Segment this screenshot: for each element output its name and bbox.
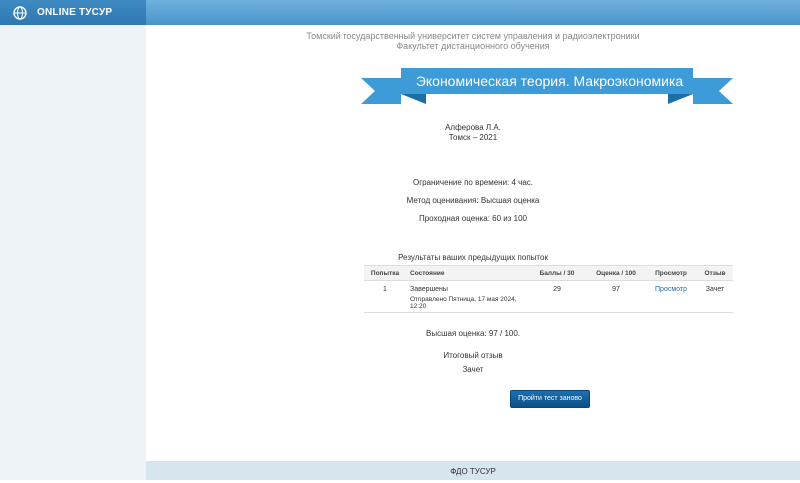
cell-attempt: 1 xyxy=(364,280,406,313)
course-title: Экономическая теория. Макроэкономика xyxy=(415,73,684,89)
col-review: Просмотр xyxy=(645,265,697,281)
cell-points: 29 xyxy=(527,280,587,313)
city-year: Томск – 2021 xyxy=(448,133,498,142)
col-state: Состояние xyxy=(406,265,527,281)
highest-grade: Высшая оценка: 97 / 100. xyxy=(425,329,521,338)
col-attempt: Попытка xyxy=(364,265,406,281)
cell-review: Просмотр xyxy=(645,280,697,313)
course-banner: Экономическая теория. Макроэкономика xyxy=(361,68,733,106)
cell-feedback: Зачет xyxy=(697,280,733,313)
attempts-caption: Результаты ваших предыдущих попыток xyxy=(398,253,548,262)
submitted-time: Отправлено Пятница, 17 мая 2024, 12:20 xyxy=(410,296,517,310)
overall-feedback-label: Итоговый отзыв xyxy=(443,351,503,360)
overall-feedback-value: Зачет xyxy=(462,365,484,374)
main-content: Томский государственный университет сист… xyxy=(146,25,800,461)
cell-grade: 97 xyxy=(587,280,645,313)
cell-state: Завершены Отправлено Пятница, 17 мая 202… xyxy=(406,280,527,313)
col-feedback: Отзыв xyxy=(697,265,733,281)
university-name: Томский государственный университет сист… xyxy=(306,31,640,41)
retake-quiz-button[interactable]: Пройти тест заново xyxy=(510,390,590,408)
globe-logo-icon xyxy=(13,5,27,20)
brand-label: ONLINE ТУСУР xyxy=(37,7,113,18)
review-link[interactable]: Просмотр xyxy=(655,286,687,293)
state-label: Завершены xyxy=(410,286,448,293)
brand[interactable]: ONLINE ТУСУР xyxy=(0,0,146,25)
time-limit: Ограничение по времени: 4 час. xyxy=(412,178,534,187)
col-points: Баллы / 30 xyxy=(527,265,587,281)
col-grade: Оценка / 100 xyxy=(587,265,645,281)
table-header-row: Попытка Состояние Баллы / 30 Оценка / 10… xyxy=(364,265,733,281)
attempts-table: Попытка Состояние Баллы / 30 Оценка / 10… xyxy=(364,265,733,313)
course-author: Алферова Л.А. xyxy=(445,123,501,132)
table-row: 1 Завершены Отправлено Пятница, 17 мая 2… xyxy=(364,280,733,313)
sidebar xyxy=(0,25,146,480)
grading-method: Метод оценивания: Высшая оценка xyxy=(406,196,540,205)
passing-grade: Проходная оценка: 60 из 100 xyxy=(418,214,528,223)
footer: ФДО ТУСУР xyxy=(146,461,800,480)
faculty-name: Факультет дистанционного обучения xyxy=(396,41,550,51)
